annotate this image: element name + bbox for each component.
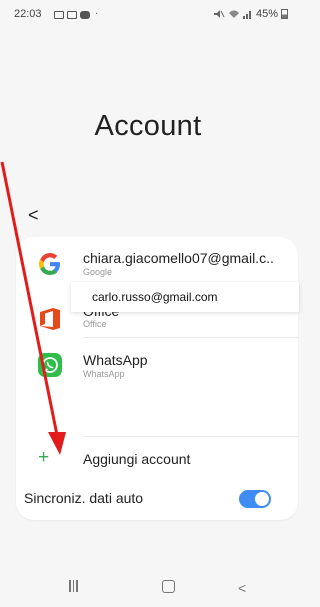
home-button[interactable] — [162, 580, 175, 593]
nav-back-button[interactable]: < — [238, 580, 246, 596]
annotation-arrow-icon — [0, 161, 66, 455]
system-nav-bar: < — [0, 578, 296, 607]
recent-apps-button[interactable] — [69, 580, 81, 592]
